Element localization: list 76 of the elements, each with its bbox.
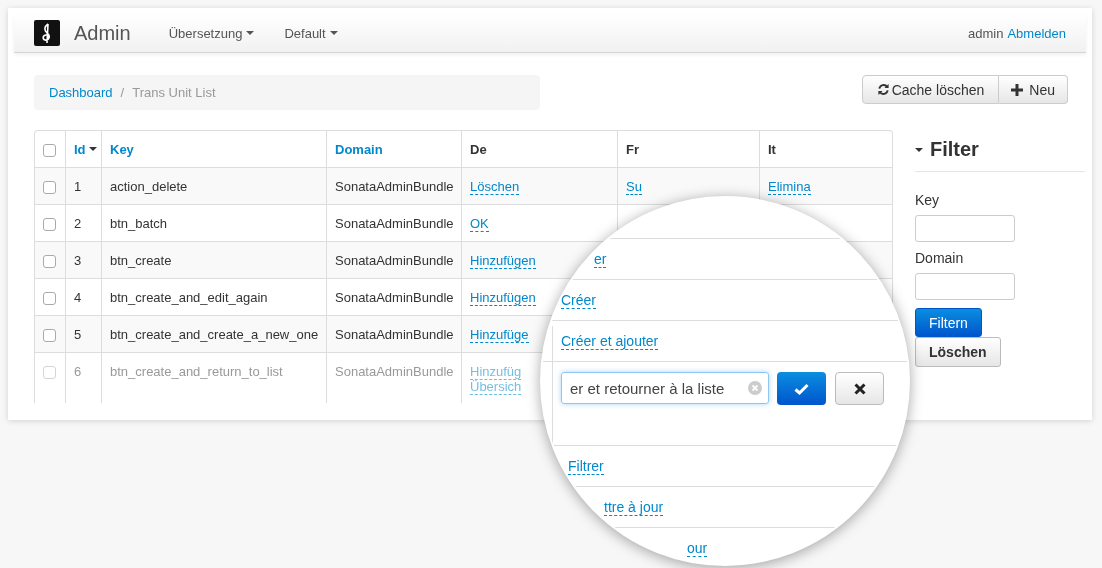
filter-title: Filter — [930, 138, 979, 161]
translation-link[interactable]: Hinzufügen — [470, 252, 536, 269]
translation-link[interactable]: Übersich — [470, 379, 522, 395]
table-cell-text: SonataAdminBundle — [335, 178, 454, 194]
translation-link[interactable]: Créer — [561, 291, 596, 309]
column-sort-link[interactable]: Domain — [335, 141, 383, 157]
brand-title[interactable]: Admin — [74, 21, 131, 45]
row-checkbox[interactable] — [43, 180, 56, 194]
confirm-button[interactable] — [777, 372, 826, 405]
row-checkbox[interactable] — [43, 291, 56, 305]
table-cell-text: btn_create_and_return_to_list — [110, 364, 283, 379]
logout-link[interactable]: Abmelden — [1007, 25, 1066, 41]
translation-link[interactable]: Créer et ajouter — [561, 332, 659, 350]
translation-link[interactable]: Hinzufügen — [470, 289, 536, 306]
column-header: It — [768, 141, 776, 157]
caret-icon — [329, 31, 338, 35]
table-cell-text: 3 — [74, 252, 82, 268]
table-cell-text: SonataAdminBundle — [335, 289, 454, 305]
row-checkbox[interactable] — [43, 328, 56, 342]
row-checkbox[interactable] — [43, 217, 56, 231]
sort-caret-icon[interactable] — [88, 147, 97, 151]
action-button[interactable]: Cache löschen — [861, 75, 1000, 104]
table-cell-text: btn_create — [110, 252, 172, 268]
translation-link[interactable]: Hinzufüge — [470, 326, 529, 343]
nav-menu[interactable]: Übersetzung — [168, 25, 255, 41]
column-header: Fr — [626, 141, 639, 157]
column-sort-link[interactable]: Key — [110, 141, 134, 157]
column-header: De — [470, 141, 487, 157]
treble-clef-logo-icon[interactable] — [34, 20, 60, 46]
table-cell-text: 1 — [74, 178, 82, 194]
table-cell-text: SonataAdminBundle — [335, 326, 454, 342]
refresh-icon — [876, 83, 890, 96]
breadcrumb-current: Trans Unit List — [132, 85, 216, 100]
translation-link[interactable]: OK — [470, 215, 489, 232]
table-cell-text: SonataAdminBundle — [335, 215, 454, 231]
nav-menu[interactable]: Default — [284, 25, 338, 41]
translation-link[interactable]: Löschen — [470, 178, 520, 195]
field-label: Key — [915, 192, 941, 208]
column-sort-link[interactable]: Id — [74, 141, 86, 157]
table-cell-text: btn_create_and_create_a_new_one — [110, 326, 319, 342]
translation-link[interactable]: er — [594, 250, 607, 268]
caret-icon — [246, 31, 255, 35]
cancel-button[interactable] — [835, 372, 884, 405]
translation-link[interactable]: Su — [626, 178, 642, 195]
translation-link[interactable]: ttre à jour — [604, 498, 664, 516]
table-cell-text: 5 — [74, 326, 82, 342]
translation-link[interactable]: our — [687, 539, 708, 557]
caret-icon[interactable] — [915, 147, 923, 152]
table-cell-text: 4 — [74, 289, 82, 305]
reset-button[interactable]: Löschen — [915, 337, 1001, 367]
input-field[interactable] — [915, 273, 1015, 300]
table-cell-text: btn_batch — [110, 215, 168, 231]
row-checkbox[interactable] — [43, 254, 56, 268]
filter-button[interactable]: Filtern — [915, 308, 982, 337]
table-cell-text: SonataAdminBundle — [335, 252, 454, 268]
field-label: Domain — [915, 250, 965, 266]
translation-link[interactable]: Hinzufüg — [470, 364, 522, 380]
input-field[interactable] — [915, 215, 1015, 242]
checkmark-icon — [794, 382, 809, 395]
breadcrumb-link[interactable]: Dashboard — [49, 85, 113, 100]
user-name: admin — [968, 25, 1004, 41]
translation-link[interactable]: Elimina — [768, 178, 811, 195]
table-cell-text: 2 — [74, 215, 82, 231]
plus-icon — [1011, 83, 1024, 96]
table-cell-text: 6 — [74, 364, 82, 379]
table-cell-text: action_delete — [110, 178, 188, 194]
edit-field[interactable]: er et retourner à la liste — [561, 372, 769, 404]
clear-icon[interactable] — [748, 381, 762, 395]
select-all-checkbox[interactable] — [43, 143, 56, 157]
row-checkbox[interactable] — [43, 366, 56, 380]
action-button[interactable]: Neu — [999, 75, 1068, 104]
translation-link[interactable]: Filtrer — [568, 457, 604, 475]
table-cell-text: btn_create_and_edit_again — [110, 289, 268, 305]
breadcrumb-separator: / — [120, 85, 125, 100]
close-icon — [853, 382, 866, 395]
table-cell-text: SonataAdminBundle — [335, 364, 454, 379]
